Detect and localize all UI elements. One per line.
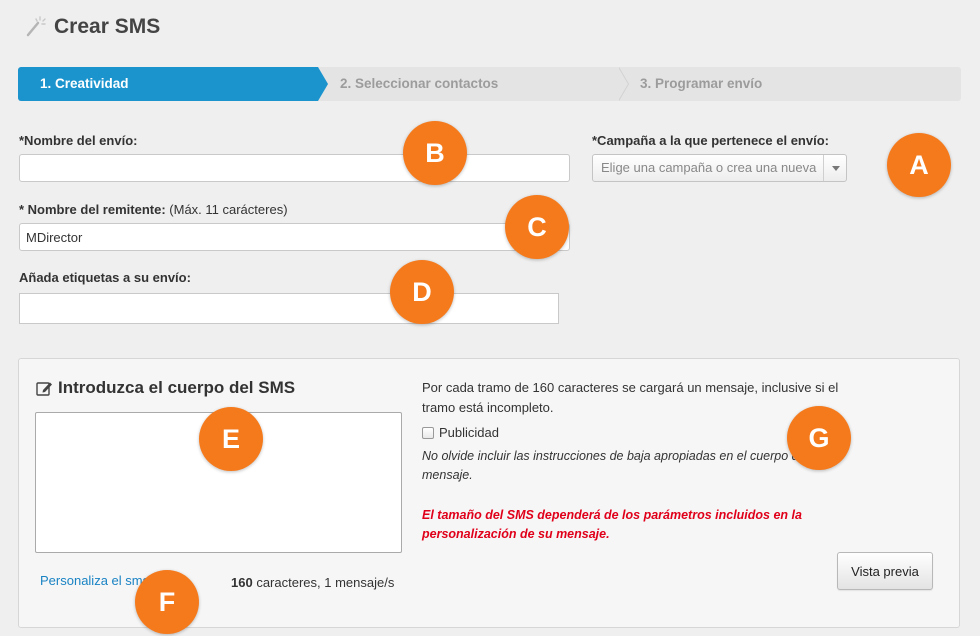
tags-input[interactable] [19,293,559,324]
sms-body-title: Introduzca el cuerpo del SMS [58,378,296,397]
step-separator-inner [618,67,628,101]
tags-label: Añada etiquetas a su envío: [19,270,191,285]
character-counter: 160 caracteres, 1 mensaje/s [231,575,394,590]
step-arrow [318,67,328,101]
step-seleccionar-contactos[interactable]: 2. Seleccionar contactos [340,67,498,101]
callout-marker-f: F [135,570,199,634]
name-input[interactable] [19,154,570,182]
chevron-down-icon [832,166,840,171]
campaign-label: *Campaña a la que pertenece el envío: [592,133,829,148]
sender-input[interactable] [19,223,570,251]
sender-label-main: * Nombre del remitente: [19,202,166,217]
publicidad-checkbox[interactable] [422,427,434,439]
campaign-select[interactable]: Elige una campaña o crea una nueva [592,154,847,182]
character-count: 160 [231,575,253,590]
callout-marker-d: D [390,260,454,324]
size-warning: El tamaño del SMS dependerá de los parám… [422,508,802,541]
callout-marker-g: G [787,406,851,470]
preview-button[interactable]: Vista previa [837,552,933,590]
step-programar-envio[interactable]: 3. Programar envío [640,67,762,101]
sender-label-hint: (Máx. 11 carácteres) [169,202,288,217]
callout-marker-a: A [887,133,951,197]
campaign-select-toggle[interactable] [823,155,846,181]
sender-label: * Nombre del remitente: (Máx. 11 carácte… [19,202,288,217]
callout-marker-b: B [403,121,467,185]
name-label: *Nombre del envío: [19,133,138,148]
publicidad-label[interactable]: Publicidad [439,425,499,440]
edit-icon [36,382,52,396]
callout-marker-c: C [505,195,569,259]
magic-wand-icon [26,16,46,37]
campaign-select-value: Elige una campaña o crea una nueva [601,160,817,175]
character-counter-suffix: caracteres, 1 mensaje/s [256,575,395,590]
wizard-stepper: 1. Creatividad 2. Seleccionar contactos … [18,67,961,101]
callout-marker-e: E [199,407,263,471]
page-title: Crear SMS [54,15,161,38]
step-creatividad[interactable]: 1. Creatividad [18,67,318,101]
personalize-sms-link[interactable]: Personaliza el sms [40,573,149,588]
